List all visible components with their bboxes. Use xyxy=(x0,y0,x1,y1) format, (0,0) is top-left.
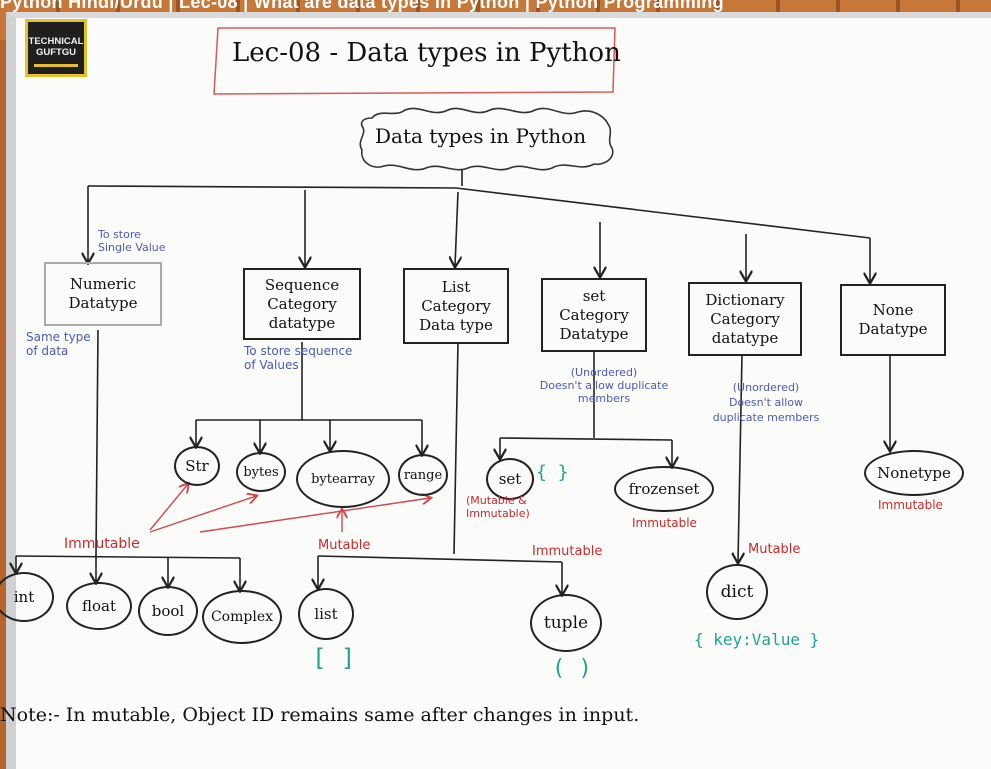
label-set-mutable-immutable: (Mutable & Immutable) xyxy=(466,494,530,520)
list-category-box: List Category Data type xyxy=(403,268,509,344)
numeric-trunk xyxy=(95,329,99,557)
bottom-note: Note:- In mutable, Object ID remains sam… xyxy=(0,704,640,726)
tuple-parens: ( ) xyxy=(552,656,592,681)
numeric-category-box: Numeric Datatype xyxy=(44,262,162,326)
note-sequence-values: To store sequence of Values xyxy=(244,344,353,372)
label-frozenset-immutable: Immutable xyxy=(632,516,697,530)
type-range: range xyxy=(398,454,448,496)
none-category-box: None Datatype xyxy=(840,284,946,356)
note-single-value: To store Single Value xyxy=(98,228,166,254)
branch-list xyxy=(455,191,458,266)
type-bytearray: bytearray xyxy=(296,450,390,508)
type-bool: bool xyxy=(138,586,198,636)
list-brackets: [ ] xyxy=(312,644,356,672)
label-tuple-immutable: Immutable xyxy=(532,544,603,559)
label-list-mutable: Mutable xyxy=(318,538,371,553)
list-trunk xyxy=(453,341,459,555)
note-set-unordered: (Unordered) Doesn't allow duplicate memb… xyxy=(539,366,669,405)
set-bar xyxy=(499,437,673,441)
type-nonetype: Nonetype xyxy=(864,450,964,496)
type-dict: dict xyxy=(706,564,768,620)
label-numeric-immutable: Immutable xyxy=(64,536,140,552)
type-complex: Complex xyxy=(202,590,282,644)
type-tuple: tuple xyxy=(530,594,602,652)
note-same-type: Same type of data xyxy=(26,330,91,358)
label-dict-mutable: Mutable xyxy=(748,542,801,557)
type-str: Str xyxy=(174,446,220,486)
root-node: Data types in Python xyxy=(375,124,587,148)
type-list: list xyxy=(298,588,354,640)
type-float: float xyxy=(66,582,132,630)
numeric-bar xyxy=(15,555,241,559)
immutable-arrows xyxy=(149,484,430,533)
diagram-lines xyxy=(0,27,991,769)
branch-bar xyxy=(87,185,871,239)
set-category-box: set Category Datatype xyxy=(541,278,647,352)
note-dict-unordered: (Unordered) Doesn't allow duplicate memb… xyxy=(712,381,820,424)
type-frozenset: frozenset xyxy=(614,466,714,512)
sequence-category-box: Sequence Category datatype xyxy=(243,268,361,340)
label-nonetype-immutable: Immutable xyxy=(878,498,943,512)
dictionary-category-box: Dictionary Category datatype xyxy=(688,282,802,356)
type-bytes: bytes xyxy=(236,452,286,492)
lecture-heading: Lec-08 - Data types in Python xyxy=(232,38,621,68)
set-braces: { } xyxy=(536,462,569,483)
dict-key-value: { key:Value } xyxy=(694,630,820,649)
list-bar xyxy=(317,555,563,563)
